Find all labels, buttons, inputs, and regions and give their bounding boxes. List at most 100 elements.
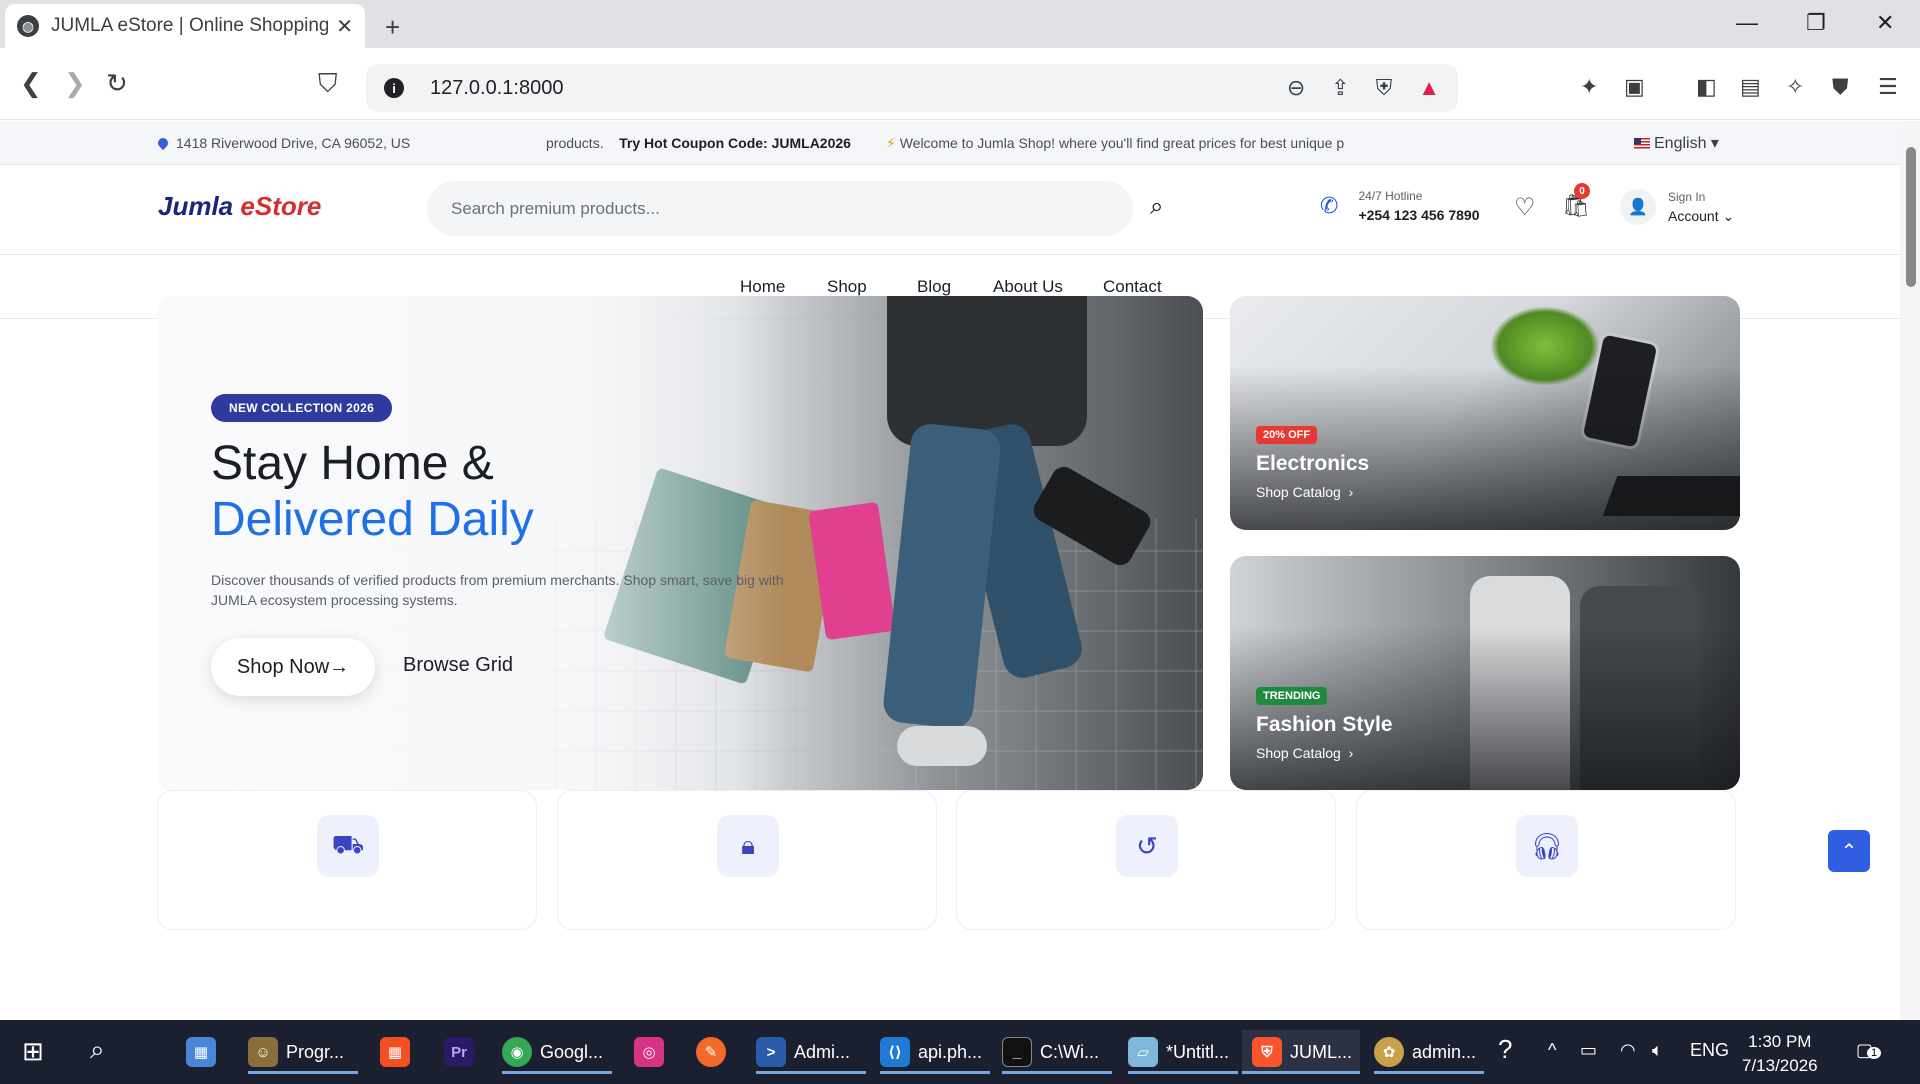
feature-card-shipping: ⛟ [157,790,537,930]
site-header: Jumla eStore ⌕ ✆ 24/7 Hotline +254 123 4… [0,165,1900,255]
account-menu[interactable]: 👤 Sign In Account ⌄ [1620,189,1734,225]
store-icon: ▦ [380,1037,410,1067]
nav-shop[interactable]: Shop [827,277,867,297]
cart-count-badge: 0 [1574,183,1590,199]
search-icon[interactable]: ⌕ [1150,193,1163,221]
taskbar-item-chrome[interactable]: ◉ Googl... [502,1030,612,1074]
shop-now-button[interactable]: Shop Now → [211,638,375,696]
sidebar-icon[interactable]: ◧ [1696,74,1717,100]
new-tab-icon[interactable]: + [385,12,400,43]
language-selector[interactable]: English ▾ [1634,133,1719,153]
scroll-to-top-button[interactable]: ⌃ [1828,830,1870,872]
headset-icon: 🎧︎ [1516,815,1578,877]
page-viewport: 1418 Riverwood Drive, CA 96052, US produ… [0,121,1900,1020]
hotline-number[interactable]: +254 123 456 7890 [1358,207,1479,223]
site-info-icon[interactable]: i [384,78,404,98]
volume-icon[interactable]: 🔈︎ [1652,1040,1663,1061]
chevron-right-icon: › [1348,484,1354,500]
close-tab-icon[interactable]: ✕ [336,14,353,39]
taskbar-item-cmd[interactable]: _ C:\Wi... [1002,1030,1112,1074]
chevron-down-icon: ⌄ [1722,207,1735,224]
nav-blog[interactable]: Blog [917,277,951,297]
site-logo[interactable]: Jumla eStore [158,191,321,222]
search-icon[interactable]: ⌕ [90,1034,105,1066]
back-icon[interactable]: ❮ [20,68,42,99]
arrow-right-icon: → [329,655,350,678]
shop-catalog-link[interactable]: Shop Catalog › [1256,484,1353,500]
nav-home[interactable]: Home [740,277,785,297]
tab-title: JUMLA eStore | Online Shopping [51,15,329,36]
feature-card-returns: ↺ [956,790,1336,930]
premiere-icon: Pr [444,1037,474,1067]
wishlist-heart-icon[interactable]: ♡ [1514,193,1536,222]
shield-brave-icon[interactable]: ⛨ [1376,75,1393,101]
hero-title: Stay Home & [211,437,494,490]
extensions-icon[interactable]: ✦ [1580,74,1598,100]
taskbar-app-orange[interactable]: ✎ [696,1030,734,1074]
taskbar-item-admin-shell[interactable]: > Admi... [756,1030,866,1074]
brave-icon: ⛨ [1252,1037,1282,1067]
minimize-icon[interactable]: — [1736,10,1758,36]
rewards-icon[interactable]: ▲ [1418,75,1440,101]
taskbar-control-panel[interactable]: ▦ [186,1030,224,1074]
browser-tab[interactable]: ◍ JUMLA eStore | Online Shopping ✕ [5,4,365,48]
chrome-icon: ◉ [502,1037,532,1067]
notifications-icon[interactable]: ▢1 [1856,1040,1882,1061]
language-indicator[interactable]: ENG [1690,1040,1729,1061]
store-address: 1418 Riverwood Drive, CA 96052, US [155,135,410,151]
browser-toolbar: ❮ ❯ ↻ ⛉ i 127.0.0.1:8000 ⊖ ⇪ ⛨ ▲ ✦ ▣ ◧ ▤… [0,48,1920,120]
menu-icon[interactable]: ☰ [1878,74,1898,100]
close-window-icon[interactable]: ✕ [1876,10,1894,36]
promo-card-fashion[interactable]: TRENDING Fashion Style Shop Catalog › [1230,556,1740,790]
taskbar-app-pink[interactable]: ◎ [634,1030,672,1074]
share-icon[interactable]: ⇪ [1331,75,1349,101]
chevron-up-icon[interactable]: ^ [1548,1040,1556,1061]
bolt-icon: ⚡ [885,135,896,151]
url-text[interactable]: 127.0.0.1:8000 [430,77,1261,100]
hero-title-highlight: Delivered Daily [211,493,534,546]
restore-icon[interactable]: ❐ [1806,10,1826,36]
browser-tab-bar: ◍ JUMLA eStore | Online Shopping ✕ + — ❐… [0,0,1920,48]
help-icon[interactable]: ? [1498,1034,1512,1065]
taskbar-store[interactable]: ▦ [380,1030,418,1074]
promo-card-electronics[interactable]: 20% OFF Electronics Shop Catalog › [1230,296,1740,530]
bookmark-icon[interactable]: ⛉ [318,68,338,100]
system-clock[interactable]: 1:30 PM 7/13/2026 [1742,1030,1818,1078]
ai-icon[interactable]: ✧ [1786,74,1804,100]
windows-start-icon[interactable]: ⊞ [22,1036,44,1067]
screenshot-icon[interactable]: ▣ [1624,74,1645,100]
taskbar-item-brave[interactable]: ⛨ JUML... [1242,1030,1360,1074]
vpn-icon[interactable]: ⛊ [1832,74,1849,100]
shop-catalog-link[interactable]: Shop Catalog › [1256,745,1353,761]
hotline: ✆ 24/7 Hotline +254 123 456 7890 [1320,189,1480,223]
zoom-out-icon[interactable]: ⊖ [1287,75,1305,101]
discount-badge: 20% OFF [1256,426,1318,444]
address-bar[interactable]: i 127.0.0.1:8000 ⊖ ⇪ ⛨ ▲ [366,64,1458,112]
postman-icon: ✎ [696,1037,726,1067]
reload-icon[interactable]: ↻ [106,68,128,99]
page-scrollbar[interactable] [1900,121,1920,1020]
forward-icon[interactable]: ❯ [64,68,86,99]
search-bar [427,181,1133,236]
user-icon: 👤 [1620,189,1656,225]
taskbar-item-admin-paint[interactable]: ✿ admin... [1374,1030,1484,1074]
wallet-icon[interactable]: ▤ [1740,74,1761,100]
browse-grid-button[interactable]: Browse Grid [403,654,513,677]
taskbar-item-programs[interactable]: ☺ Progr... [248,1030,358,1074]
search-input[interactable] [451,198,1109,219]
promo-title: Electronics [1256,452,1370,475]
cart-icon[interactable]: 🛍 0 [1562,183,1590,219]
nav-contact[interactable]: Contact [1103,277,1162,297]
wifi-icon[interactable]: ◠ [1620,1040,1636,1061]
battery-icon[interactable]: ▭ [1580,1040,1597,1061]
nav-about-us[interactable]: About Us [993,277,1063,297]
taskbar-item-vscode[interactable]: ⟨⟩ api.ph... [880,1030,990,1074]
hero-banner: NEW COLLECTION 2026 Stay Home & Delivere… [157,296,1203,790]
top-info-strip: 1418 Riverwood Drive, CA 96052, US produ… [0,121,1900,165]
app-icon: ◎ [634,1037,664,1067]
trending-badge: TRENDING [1256,687,1328,705]
taskbar-item-notepad[interactable]: ▱ *Untitl... [1128,1030,1238,1074]
phone-icon: ✆ [1320,193,1339,218]
lock-icon: 🔒︎ [717,815,779,877]
taskbar-premiere[interactable]: Pr [444,1030,482,1074]
